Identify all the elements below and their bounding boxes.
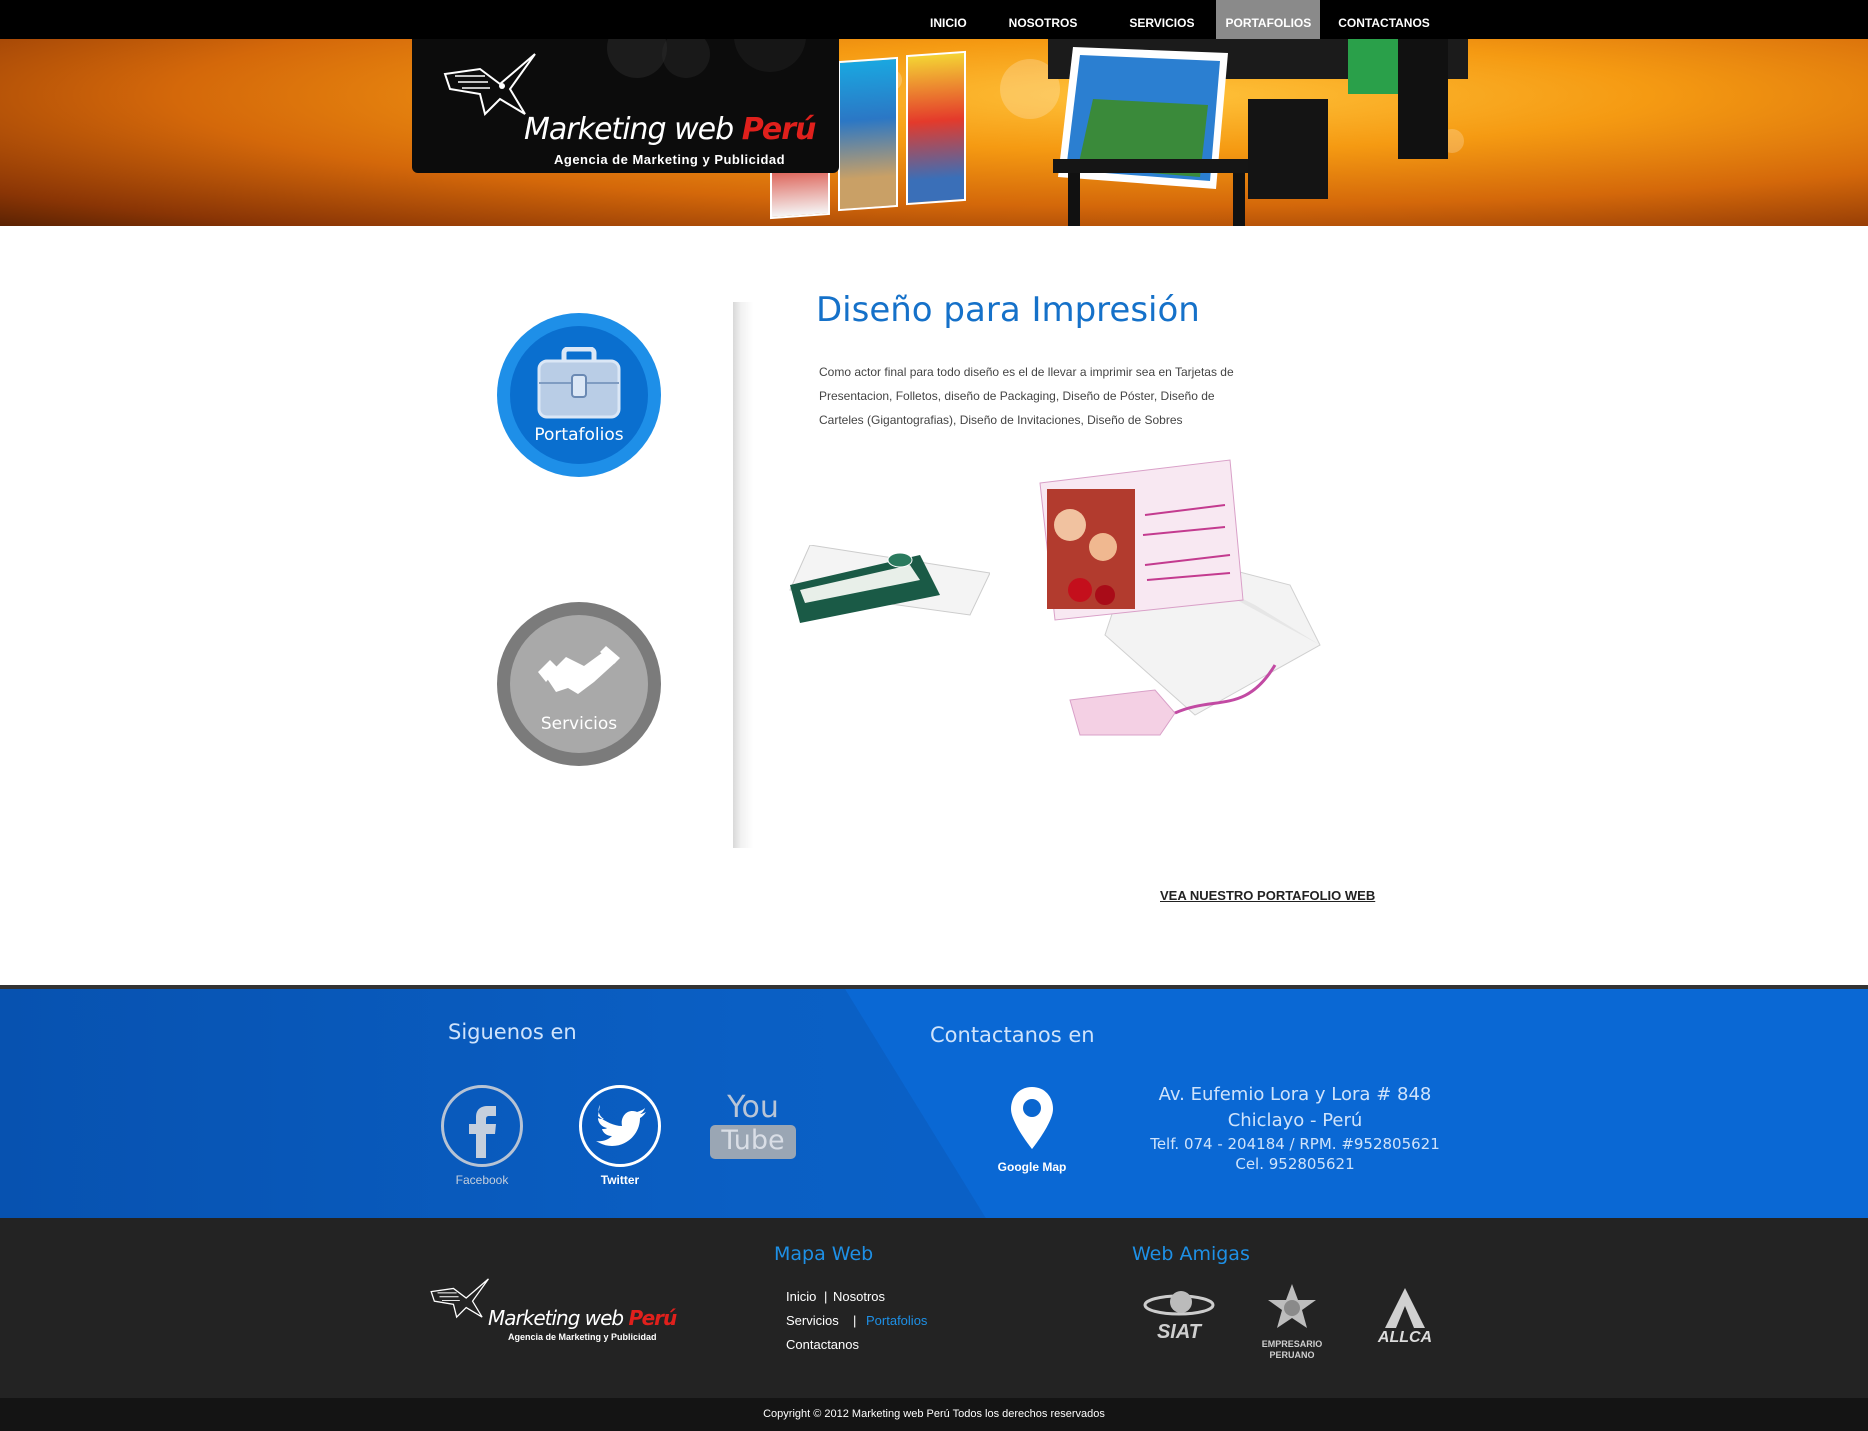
twitter-label: Twitter — [600, 1173, 640, 1187]
logo-tagline: Agencia de Marketing y Publicidad — [554, 152, 786, 167]
copyright-bar: Copyright © 2012 Marketing web Perú Todo… — [0, 1398, 1868, 1431]
friend-siat-link[interactable]: SIAT — [1140, 1288, 1218, 1344]
allca-logo-icon — [1385, 1288, 1425, 1328]
address-phone: Telf. 074 - 204184 / RPM. #952805621 — [1150, 1135, 1440, 1153]
friend-allca-link[interactable]: ALLCA — [1372, 1288, 1438, 1347]
printer-image — [1048, 39, 1468, 226]
sitemap-link-inicio[interactable]: Inicio — [786, 1289, 816, 1304]
brochure-image — [906, 50, 966, 206]
empresario-star-icon — [1268, 1284, 1316, 1328]
twitter-link[interactable]: Twitter — [578, 1085, 662, 1187]
portafolios-circle-label: Portafolios — [534, 425, 624, 445]
briefcase-icon — [537, 347, 621, 419]
invitation-card-image — [1039, 459, 1321, 736]
sitemap-link-servicios[interactable]: Servicios — [786, 1313, 839, 1328]
social-section-title: Siguenos en — [448, 1020, 577, 1044]
logo-wordmark: Marketing web Perú — [524, 112, 816, 147]
sitemap-separator: | — [824, 1289, 828, 1304]
contact-section-title: Contactanos en — [930, 1023, 1095, 1047]
sitemap-title: Mapa Web — [774, 1243, 874, 1265]
page-title: Diseño para Impresión — [816, 290, 1200, 330]
header-banner: Marketing web Perú Agencia de Marketing … — [0, 39, 1868, 226]
sitemap-link-portafolios[interactable]: Portafolios — [866, 1313, 927, 1328]
contact-address-block: Av. Eufemio Lora y Lora # 848 Chiclayo -… — [1125, 1082, 1465, 1174]
vertical-divider — [733, 302, 753, 848]
main-nav: INICIO NOSOTROS SERVICIOS PORTAFOLIOS CO… — [920, 0, 1448, 39]
youtube-icon-you: You — [727, 1090, 779, 1125]
facebook-link[interactable]: Facebook — [440, 1085, 524, 1187]
sitemap-link-contactanos[interactable]: Contactanos — [786, 1337, 859, 1352]
facebook-icon — [441, 1085, 523, 1167]
portafolios-circle-button[interactable]: Portafolios — [497, 313, 661, 477]
handshake-icon — [538, 646, 620, 694]
friends-title: Web Amigas — [1132, 1243, 1250, 1265]
youtube-link[interactable]: You Tube — [710, 1093, 796, 1159]
empresario-label-line2: PERUANO — [1269, 1350, 1315, 1360]
google-map-link[interactable]: Google Map — [990, 1085, 1074, 1174]
footer-social-contact — [0, 985, 1868, 1222]
top-navigation-bar: INICIO NOSOTROS SERVICIOS PORTAFOLIOS CO… — [0, 0, 1868, 39]
nav-nosotros[interactable]: NOSOTROS — [999, 0, 1088, 39]
nav-portafolios[interactable]: PORTAFOLIOS — [1216, 0, 1321, 39]
site-logo[interactable]: Marketing web Perú Agencia de Marketing … — [412, 39, 839, 173]
footer-logo[interactable]: Marketing web Perú Agencia de Marketing … — [428, 1268, 698, 1348]
twitter-icon — [579, 1085, 661, 1167]
page-description: Como actor final para todo diseño es el … — [819, 365, 1234, 427]
youtube-icon-tube: Tube — [710, 1125, 796, 1159]
nav-servicios[interactable]: SERVICIOS — [1119, 0, 1204, 39]
map-pin-icon — [1011, 1087, 1053, 1149]
footer-logo-tagline: Agencia de Marketing y Publicidad — [508, 1332, 657, 1342]
facebook-label: Facebook — [455, 1173, 509, 1187]
servicios-circle-label: Servicios — [540, 714, 618, 734]
servicios-circle-button[interactable]: Servicios — [497, 602, 661, 766]
siat-label: SIAT — [1156, 1321, 1202, 1343]
brochure-image — [838, 56, 898, 212]
footer-bottom — [0, 1218, 1868, 1398]
sitemap-link-nosotros[interactable]: Nosotros — [833, 1289, 885, 1304]
sitemap-separator: | — [853, 1313, 857, 1328]
siat-globe-icon — [1143, 1291, 1215, 1316]
portfolio-web-link[interactable]: VEA NUESTRO PORTAFOLIO WEB — [1160, 888, 1375, 903]
allca-label: ALLCA — [1377, 1329, 1433, 1346]
nav-contactanos[interactable]: CONTACTANOS — [1320, 0, 1448, 39]
google-map-label: Google Map — [997, 1160, 1067, 1174]
nav-inicio[interactable]: INICIO — [920, 0, 977, 39]
footer-logo-wordmark: Marketing web Perú — [488, 1306, 677, 1330]
address-street: Av. Eufemio Lora y Lora # 848 — [1158, 1084, 1432, 1105]
friend-empresario-link[interactable]: EMPRESARIO PERUANO — [1252, 1282, 1332, 1361]
business-cards-image — [789, 545, 990, 623]
address-cell: Cel. 952805621 — [1235, 1155, 1355, 1173]
empresario-label-line1: EMPRESARIO — [1261, 1339, 1323, 1349]
address-city: Chiclayo - Perú — [1227, 1110, 1363, 1131]
